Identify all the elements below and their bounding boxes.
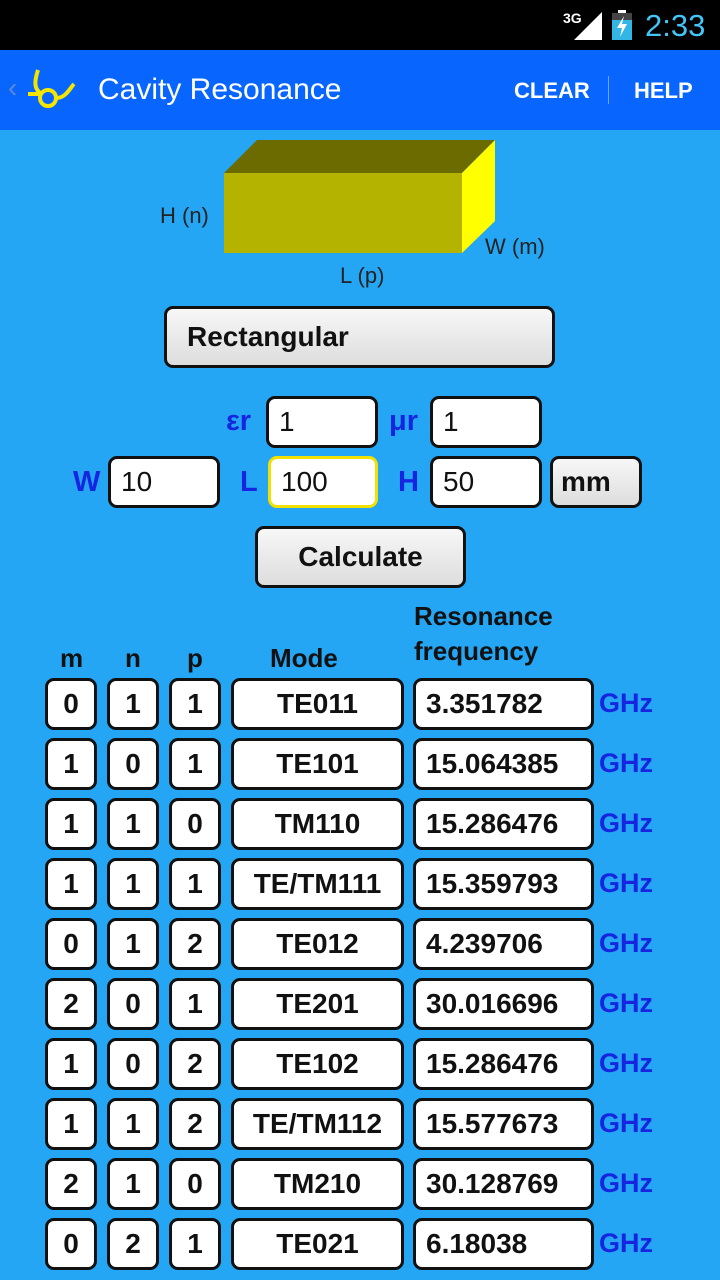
cell-p: 1 <box>169 858 221 910</box>
header-frequency-line1: Resonance <box>414 601 553 631</box>
cell-m: 2 <box>45 1158 97 1210</box>
cell-m: 0 <box>45 678 97 730</box>
cell-frequency: 3.351782 <box>413 678 594 730</box>
frequency-unit: GHz <box>599 1168 653 1198</box>
cell-n: 0 <box>107 978 159 1030</box>
frequency-unit: GHz <box>599 988 653 1018</box>
cell-frequency: 4.239706 <box>413 918 594 970</box>
width-label: W (m) <box>485 234 545 259</box>
cell-p: 0 <box>169 1158 221 1210</box>
frequency-unit: GHz <box>599 1228 653 1258</box>
calculate-button[interactable]: Calculate <box>255 526 466 588</box>
cell-m: 1 <box>45 1098 97 1150</box>
cell-frequency: 15.286476 <box>413 798 594 850</box>
cell-m: 2 <box>45 978 97 1030</box>
app-title: Cavity Resonance <box>98 73 342 106</box>
cell-p: 0 <box>169 798 221 850</box>
header-m: m <box>60 643 84 673</box>
status-bar: 3G 2:33 <box>0 0 720 50</box>
cell-n: 1 <box>107 1158 159 1210</box>
header-mode: Mode <box>270 643 338 673</box>
clock: 2:33 <box>645 8 706 43</box>
frequency-unit: GHz <box>599 868 653 898</box>
cell-frequency: 15.359793 <box>413 858 594 910</box>
signal-icon <box>574 12 602 40</box>
cell-mode: TE101 <box>231 738 404 790</box>
header-p: p <box>187 643 203 673</box>
cell-n: 1 <box>107 798 159 850</box>
cavity-diagram: H (n) W (m) L (p) <box>150 135 570 295</box>
app-bar: ‹ Cavity Resonance CLEAR HELP <box>0 50 720 130</box>
action-divider <box>608 76 609 104</box>
cell-m: 0 <box>45 918 97 970</box>
cell-mode: TE/TM111 <box>231 858 404 910</box>
cell-frequency: 30.128769 <box>413 1158 594 1210</box>
permeability-label: μr <box>389 405 419 437</box>
height-label: H (n) <box>160 203 209 228</box>
cell-frequency: 30.016696 <box>413 978 594 1030</box>
cell-n: 1 <box>107 678 159 730</box>
width-input[interactable]: 10 <box>108 456 220 508</box>
frequency-unit: GHz <box>599 928 653 958</box>
length-label: L (p) <box>340 263 385 288</box>
permeability-input[interactable]: 1 <box>430 396 542 448</box>
cell-n: 0 <box>107 738 159 790</box>
height-input[interactable]: 50 <box>430 456 542 508</box>
cell-m: 1 <box>45 1038 97 1090</box>
frequency-unit: GHz <box>599 808 653 838</box>
clear-button[interactable]: CLEAR <box>514 78 590 104</box>
cell-mode: TE021 <box>231 1218 404 1270</box>
cell-frequency: 15.577673 <box>413 1098 594 1150</box>
cell-p: 1 <box>169 738 221 790</box>
cell-mode: TM110 <box>231 798 404 850</box>
cell-m: 0 <box>45 1218 97 1270</box>
cell-mode: TE012 <box>231 918 404 970</box>
app-logo-icon[interactable] <box>26 64 76 114</box>
cell-mode: TM210 <box>231 1158 404 1210</box>
cell-p: 2 <box>169 918 221 970</box>
header-n: n <box>125 643 141 673</box>
cell-frequency: 15.064385 <box>413 738 594 790</box>
cell-m: 1 <box>45 738 97 790</box>
cell-frequency: 15.286476 <box>413 1038 594 1090</box>
length-input-label: L <box>240 466 258 498</box>
permittivity-label: εr <box>226 405 252 437</box>
length-input[interactable]: 100 <box>268 456 378 508</box>
frequency-unit: GHz <box>599 688 653 718</box>
frequency-unit: GHz <box>599 1108 653 1138</box>
help-button[interactable]: HELP <box>634 78 693 104</box>
cell-mode: TE201 <box>231 978 404 1030</box>
battery-charging-icon <box>612 10 632 40</box>
cell-m: 1 <box>45 798 97 850</box>
permittivity-input[interactable]: 1 <box>266 396 378 448</box>
frequency-unit: GHz <box>599 1048 653 1078</box>
cell-p: 2 <box>169 1098 221 1150</box>
cavity-shape-select[interactable]: Rectangular <box>164 306 555 368</box>
cell-n: 2 <box>107 1218 159 1270</box>
header-frequency-line2: frequency <box>414 636 539 666</box>
unit-select[interactable]: mm <box>550 456 642 508</box>
height-input-label: H <box>398 466 419 498</box>
cell-n: 1 <box>107 1098 159 1150</box>
cell-p: 1 <box>169 978 221 1030</box>
cell-mode: TE102 <box>231 1038 404 1090</box>
cell-p: 2 <box>169 1038 221 1090</box>
cell-frequency: 6.18038 <box>413 1218 594 1270</box>
cell-mode: TE/TM112 <box>231 1098 404 1150</box>
cell-p: 1 <box>169 1218 221 1270</box>
cell-p: 1 <box>169 678 221 730</box>
back-chevron-icon[interactable]: ‹ <box>8 72 17 104</box>
width-input-label: W <box>73 466 101 498</box>
cell-mode: TE011 <box>231 678 404 730</box>
cell-n: 1 <box>107 858 159 910</box>
frequency-unit: GHz <box>599 748 653 778</box>
cell-m: 1 <box>45 858 97 910</box>
cell-n: 0 <box>107 1038 159 1090</box>
cell-n: 1 <box>107 918 159 970</box>
